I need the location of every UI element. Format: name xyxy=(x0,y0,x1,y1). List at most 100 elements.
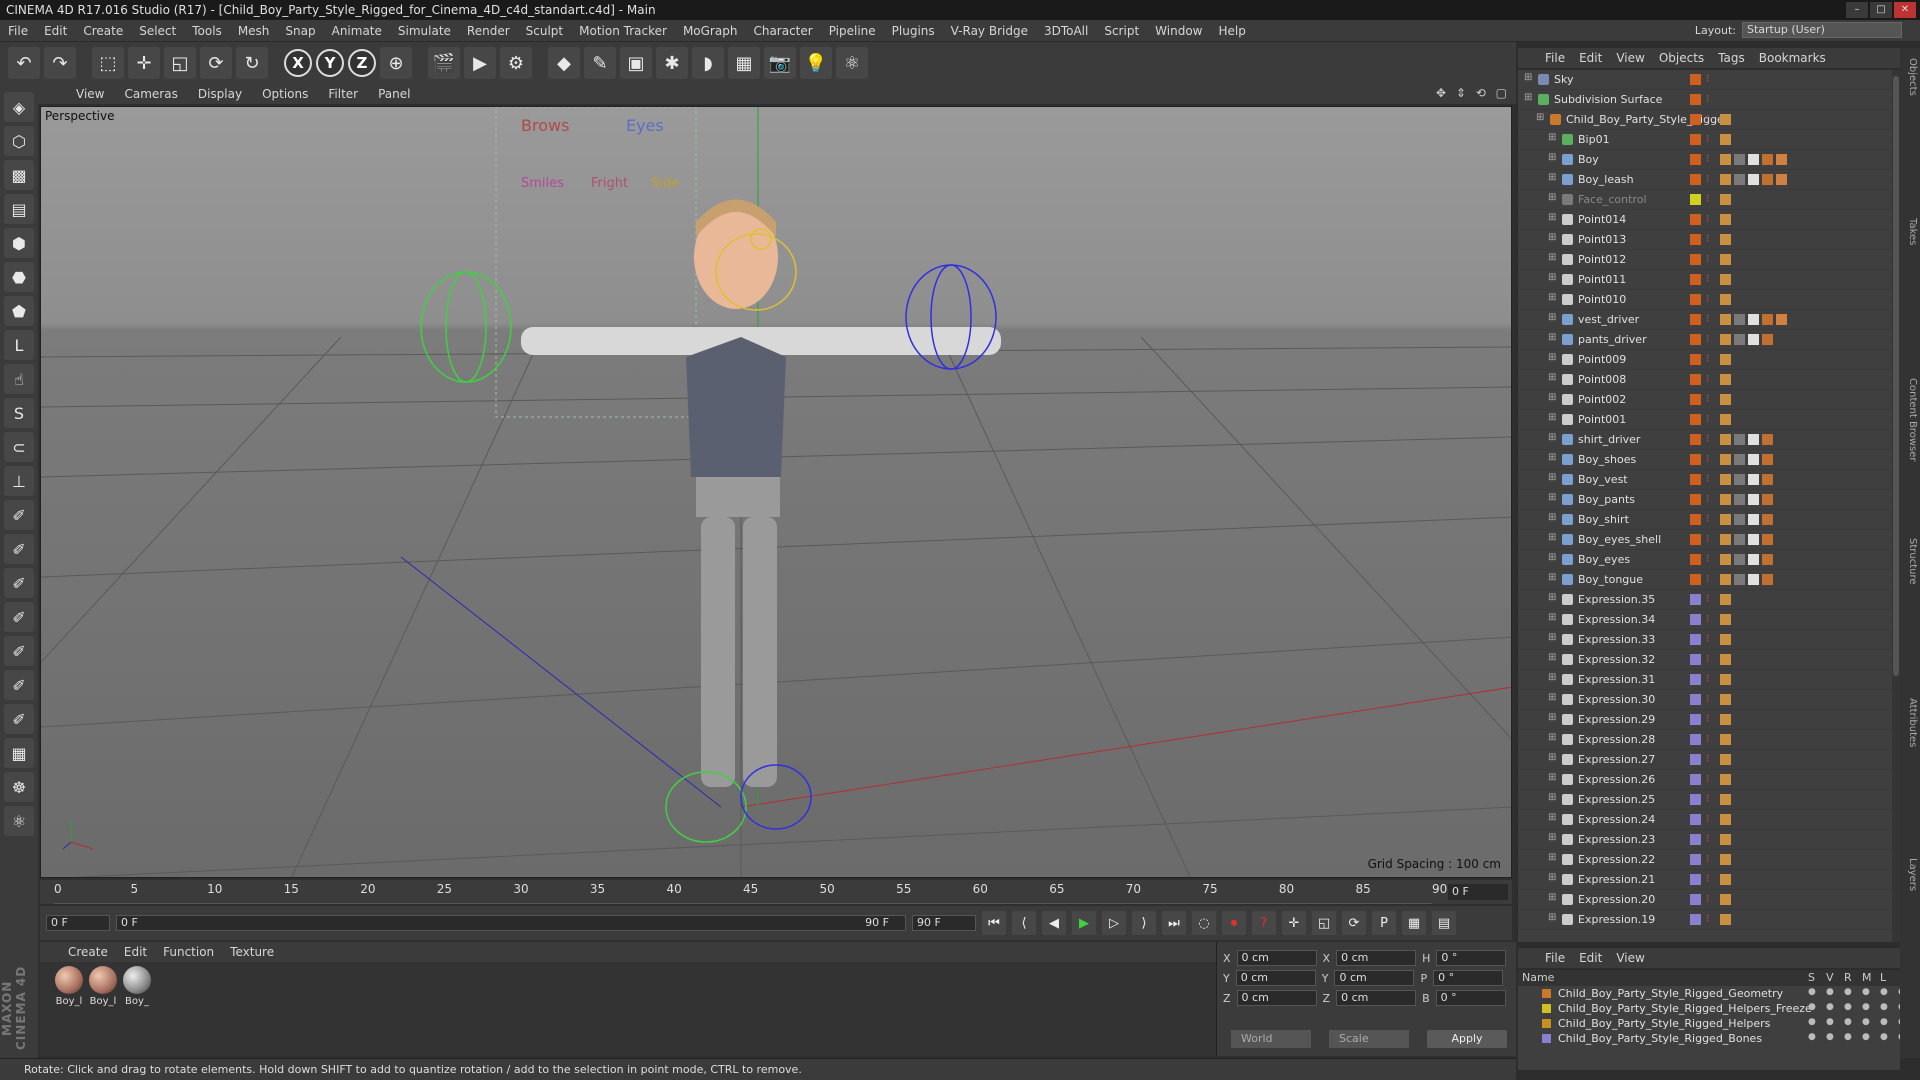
size-y-field[interactable]: 0 cm xyxy=(1334,970,1415,986)
visibility-dots-icon[interactable]: ⁝ xyxy=(1706,832,1710,845)
visibility-dots-icon[interactable]: ⁝ xyxy=(1706,312,1710,325)
layout-selector[interactable]: Layout: Startup (User) xyxy=(1695,22,1902,38)
layer-color-icon[interactable] xyxy=(1690,134,1701,145)
visibility-dots-icon[interactable]: ⁝ xyxy=(1706,192,1710,205)
visibility-dots-icon[interactable]: ⁝ xyxy=(1706,892,1710,905)
object-row[interactable]: ⊞ Boy_shirt ⁝ xyxy=(1518,510,1900,530)
layer-color-icon[interactable] xyxy=(1690,614,1701,625)
expand-icon[interactable]: ⊞ xyxy=(1548,352,1556,363)
expand-icon[interactable]: ⊞ xyxy=(1524,72,1532,83)
layer-color-icon[interactable] xyxy=(1690,514,1701,525)
layer-color-icon[interactable] xyxy=(1690,374,1701,385)
pos-x-field[interactable]: 0 cm xyxy=(1236,950,1317,966)
expand-icon[interactable]: ⊞ xyxy=(1548,412,1556,423)
axis-mode-icon[interactable]: L xyxy=(4,330,34,360)
tweak-icon[interactable]: ☝ xyxy=(4,364,34,394)
sculpt-brush-icon[interactable]: ✐ xyxy=(4,500,34,530)
object-row[interactable]: ⊞ Point013 ⁝ xyxy=(1518,230,1900,250)
material-menu-function[interactable]: Function xyxy=(155,945,222,959)
texture-mode-icon[interactable]: ▩ xyxy=(4,160,34,190)
close-icon[interactable]: ✕ xyxy=(1894,2,1916,18)
tag-icon[interactable] xyxy=(1720,874,1731,885)
layer-color-icon[interactable] xyxy=(1690,274,1701,285)
object-row[interactable]: ⊞ Point014 ⁝ xyxy=(1518,210,1900,230)
layout-dropdown[interactable]: Startup (User) xyxy=(1742,22,1902,38)
object-row[interactable]: ⊞ Expression.32 ⁝ xyxy=(1518,650,1900,670)
layer-color-icon[interactable] xyxy=(1690,254,1701,265)
object-name[interactable]: vest_driver xyxy=(1578,313,1639,326)
object-row[interactable]: ⊞ Boy_eyes ⁝ xyxy=(1518,550,1900,570)
layer-color-icon[interactable] xyxy=(1690,414,1701,425)
object-name[interactable]: Boy_eyes_shell xyxy=(1578,533,1661,546)
object-name[interactable]: Point002 xyxy=(1578,393,1626,406)
coordinate-system-dropdown[interactable]: World xyxy=(1231,1030,1311,1048)
tag-icon[interactable] xyxy=(1762,454,1773,465)
layer-color-icon[interactable] xyxy=(1690,674,1701,685)
vtab-content-browser[interactable]: Content Browser xyxy=(1902,378,1918,461)
object-name[interactable]: Point009 xyxy=(1578,353,1626,366)
object-name[interactable]: Point011 xyxy=(1578,273,1626,286)
layer-toggle-icon[interactable]: ● xyxy=(1880,1017,1888,1027)
timeline-window-icon[interactable]: ▤ xyxy=(1432,911,1456,935)
layers-menu-view[interactable]: View xyxy=(1609,951,1651,965)
tag-icon[interactable] xyxy=(1776,154,1787,165)
recent-tool-icon[interactable]: ↻ xyxy=(236,47,268,79)
layer-color-icon[interactable] xyxy=(1690,574,1701,585)
vtab-structure[interactable]: Structure xyxy=(1902,538,1918,585)
layer-toggle-icon[interactable]: ● xyxy=(1826,1002,1834,1012)
expand-icon[interactable]: ⊞ xyxy=(1548,312,1556,323)
layer-color-icon[interactable] xyxy=(1690,494,1701,505)
viewport-menu-filter[interactable]: Filter xyxy=(318,87,368,101)
tag-icon[interactable] xyxy=(1734,574,1745,585)
object-row[interactable]: ⊞ Child_Boy_Party_Style_Rigged ⁝ xyxy=(1518,110,1900,130)
tag-icon[interactable] xyxy=(1734,434,1745,445)
visibility-dots-icon[interactable]: ⁝ xyxy=(1706,292,1710,305)
tag-icon[interactable] xyxy=(1720,474,1731,485)
expand-icon[interactable]: ⊞ xyxy=(1548,452,1556,463)
tag-icon[interactable] xyxy=(1720,374,1731,385)
visibility-dots-icon[interactable]: ⁝ xyxy=(1706,212,1710,225)
menu-3dtoall[interactable]: 3DToAll xyxy=(1036,24,1096,38)
objects-menu-file[interactable]: File xyxy=(1538,51,1572,65)
menu-mograph[interactable]: MoGraph xyxy=(675,24,746,38)
tag-icon[interactable] xyxy=(1720,674,1731,685)
object-manager-scrollbar[interactable] xyxy=(1892,70,1900,942)
visibility-dots-icon[interactable]: ⁝ xyxy=(1706,112,1710,125)
layer-toggle-icon[interactable]: ● xyxy=(1862,1002,1870,1012)
object-name[interactable]: Point008 xyxy=(1578,373,1626,386)
layer-row[interactable]: Child_Boy_Party_Style_Rigged_Helpers_Fre… xyxy=(1518,1001,1906,1016)
layer-toggle-icon[interactable]: ● xyxy=(1808,1032,1816,1042)
goto-end-icon[interactable]: ⏭ xyxy=(1162,911,1186,935)
layer-color-icon[interactable] xyxy=(1690,334,1701,345)
tag-icon[interactable] xyxy=(1762,534,1773,545)
object-row[interactable]: ⊞ Boy_pants ⁝ xyxy=(1518,490,1900,510)
object-row[interactable]: ⊞ Face_control ⁝ xyxy=(1518,190,1900,210)
object-name[interactable]: Subdivision Surface xyxy=(1554,93,1662,106)
object-row[interactable]: ⊞ Expression.31 ⁝ xyxy=(1518,670,1900,690)
layer-color-icon[interactable] xyxy=(1690,534,1701,545)
object-row[interactable]: ⊞ Point012 ⁝ xyxy=(1518,250,1900,270)
tag-icon[interactable] xyxy=(1720,194,1731,205)
object-name[interactable]: Expression.22 xyxy=(1578,853,1655,866)
tag-icon[interactable] xyxy=(1720,594,1731,605)
menu-tools[interactable]: Tools xyxy=(184,24,230,38)
record-icon[interactable]: ⏺ xyxy=(1222,911,1246,935)
subdivision-icon[interactable]: ▣ xyxy=(620,47,652,79)
visibility-dots-icon[interactable]: ⁝ xyxy=(1706,672,1710,685)
layer-row[interactable]: Child_Boy_Party_Style_Rigged_Geometry ● ● ●… xyxy=(1518,986,1906,1001)
visibility-dots-icon[interactable]: ⁝ xyxy=(1706,412,1710,425)
layer-toggle-icon[interactable]: ● xyxy=(1826,987,1834,997)
object-name[interactable]: Point014 xyxy=(1578,213,1626,226)
tag-icon[interactable] xyxy=(1720,394,1731,405)
size-mode-dropdown[interactable]: Scale xyxy=(1329,1030,1409,1048)
motion-record-icon[interactable]: ◌ xyxy=(1192,911,1216,935)
visibility-dots-icon[interactable]: ⁝ xyxy=(1706,72,1710,85)
object-row[interactable]: ⊞ Expression.33 ⁝ xyxy=(1518,630,1900,650)
select-icon[interactable]: ⬚ xyxy=(92,47,124,79)
menu-help[interactable]: Help xyxy=(1210,24,1253,38)
next-key-icon[interactable]: ⟩ xyxy=(1132,911,1156,935)
viewport-menu-view[interactable]: View xyxy=(66,87,114,101)
layer-name[interactable]: Child_Boy_Party_Style_Rigged_Geometry xyxy=(1558,987,1783,1000)
layer-color-icon[interactable] xyxy=(1690,314,1701,325)
spline-pen-icon[interactable]: ✎ xyxy=(584,47,616,79)
